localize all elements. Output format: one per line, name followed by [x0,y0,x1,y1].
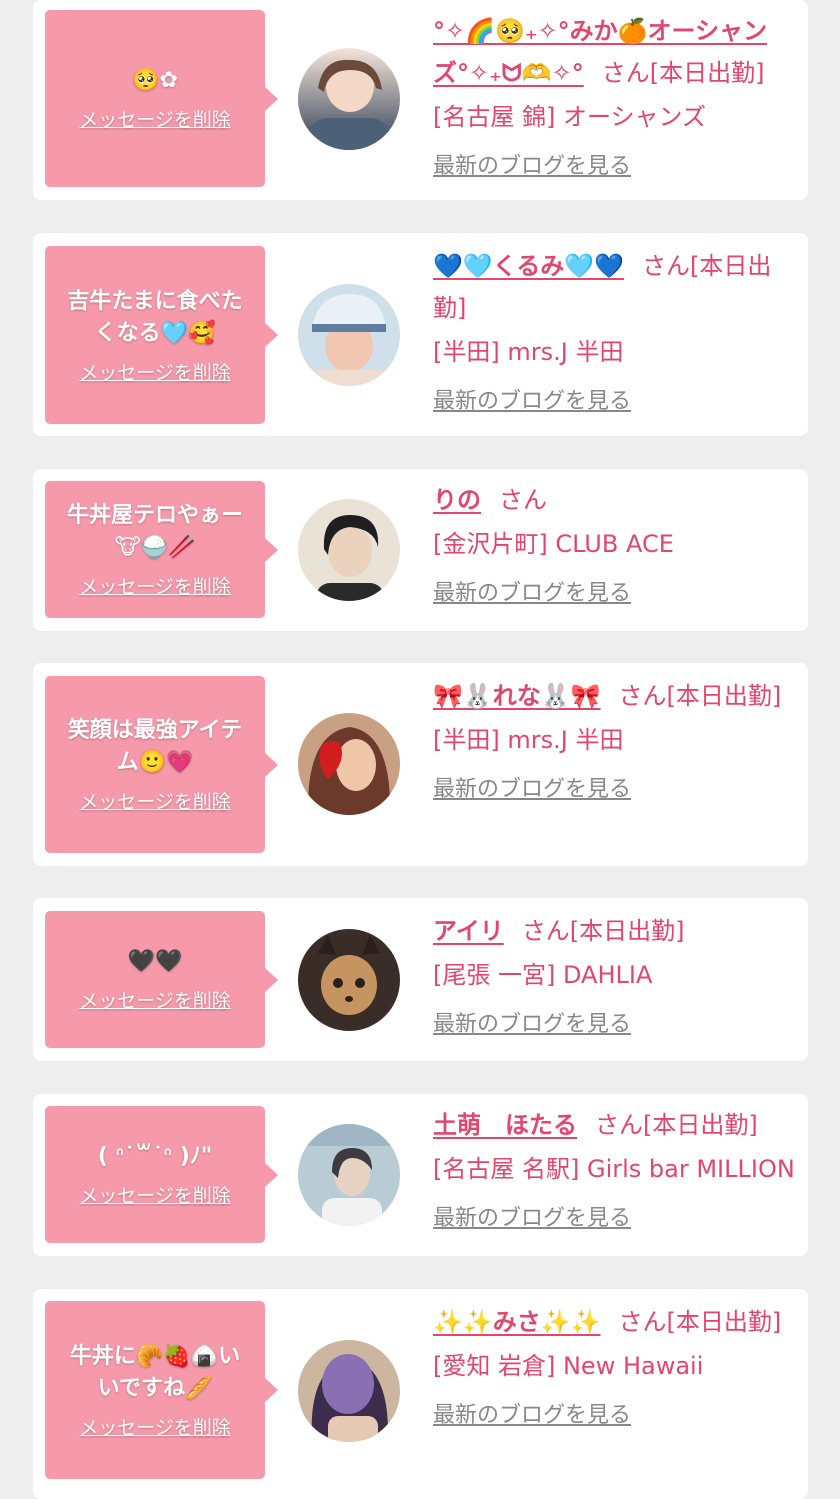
sender-info: 💙🩵くるみ🩵💙 さん[本日出勤] [半田] mrs.J 半田 最新のブログを見る [433,245,798,417]
shop-label: [半田] mrs.J 半田 [433,338,624,366]
sender-name-line: 💙🩵くるみ🩵💙 さん[本日出勤] [433,245,798,329]
sender-name-line: ✨✨みさ✨✨ さん[本日出勤] [433,1301,798,1343]
message-card: 牛丼屋テロやぁー🐮🍚🥢 メッセージを削除 りの さん [金沢片町] CLUB AC… [33,469,808,631]
message-card: 牛丼に🥐🍓🍙いいですね🥖 メッセージを削除 ✨✨みさ✨✨ さん[本日出勤] [愛知… [33,1289,808,1499]
sender-status: さん [499,486,547,514]
shop-label: [愛知 岩倉] New Hawaii [433,1352,704,1380]
sender-name-line: °✧🌈🥺₊✧°みか🍊オーシャンズ°✧₊ᗢ🫶✧° さん[本日出勤] [433,10,798,94]
avatar-photo-7 [298,1340,400,1442]
avatar-photo-2 [298,284,400,386]
sender-info: °✧🌈🥺₊✧°みか🍊オーシャンズ°✧₊ᗢ🫶✧° さん[本日出勤] [名古屋 錦] … [433,10,798,182]
sender-name-line: 🎀🐰れな🐰🎀 さん[本日出勤] [433,675,798,717]
message-bubble: 牛丼屋テロやぁー🐮🍚🥢 メッセージを削除 [45,481,278,618]
sender-status: さん[本日出勤] [521,917,685,945]
avatar[interactable] [298,1340,400,1442]
sender-name-link[interactable]: アイリ [433,917,504,945]
shop-label: [名古屋 錦] オーシャンズ [433,103,707,131]
latest-blog-link[interactable]: 最新のブログを見る [433,387,631,417]
sender-name-line: 土萌 ほたる さん[本日出勤] [433,1104,798,1146]
message-card: 笑顔は最強アイテム🙂💗 メッセージを削除 🎀🐰れな🐰🎀 さん[本日出勤] [半田]… [33,663,808,866]
avatar-photo-4 [298,713,400,815]
delete-message-link[interactable]: メッセージを削除 [79,105,231,132]
message-bubble: 吉牛たまに食べたくなる🩵🥰 メッセージを削除 [45,246,278,424]
avatar[interactable] [298,499,400,601]
avatar[interactable] [298,713,400,815]
message-bubble: 牛丼に🥐🍓🍙いいですね🥖 メッセージを削除 [45,1301,278,1479]
message-card: 吉牛たまに食べたくなる🩵🥰 メッセージを削除 💙🩵くるみ🩵💙 さん[本日出勤] [… [33,233,808,436]
message-text: 吉牛たまに食べたくなる🩵🥰 [67,288,243,346]
latest-blog-link[interactable]: 最新のブログを見る [433,1401,631,1431]
sender-status: さん[本日出勤] [595,1111,758,1139]
sender-name-line: アイリ さん[本日出勤] [433,910,798,952]
message-text: 🥺✿ [132,68,178,93]
sender-status: さん[本日出勤] [601,59,765,87]
latest-blog-link[interactable]: 最新のブログを見る [433,1204,631,1234]
message-text: 笑顔は最強アイテム🙂💗 [67,718,243,775]
shop-label: [半田] mrs.J 半田 [433,726,624,754]
latest-blog-link[interactable]: 最新のブログを見る [433,775,631,805]
shop-label: [名古屋 名駅] Girls bar MILLION [433,1155,795,1183]
sender-name-line: りの さん [433,479,798,521]
message-text: 🖤🖤 [127,949,183,974]
sender-info: 土萌 ほたる さん[本日出勤] [名古屋 名駅] Girls bar MILLIO… [433,1104,798,1234]
message-text: 牛丼に🥐🍓🍙いいですね🥖 [69,1343,241,1401]
message-text: ( ᐢ˙꒳˙ᐢ )ﾉ" [97,1144,213,1169]
message-bubble: ( ᐢ˙꒳˙ᐢ )ﾉ" メッセージを削除 [45,1106,278,1243]
message-card: ( ᐢ˙꒳˙ᐢ )ﾉ" メッセージを削除 土萌 ほたる さん[本日出勤] [名古屋… [33,1094,808,1256]
sender-info: アイリ さん[本日出勤] [尾張 一宮] DAHLIA 最新のブログを見る [433,910,798,1040]
delete-message-link[interactable]: メッセージを削除 [79,986,231,1013]
message-card: 🥺✿ メッセージを削除 °✧🌈🥺₊✧°みか🍊オーシャンズ°✧₊ᗢ🫶✧° さん[本日… [33,0,808,200]
message-text: 牛丼屋テロやぁー🐮🍚🥢 [66,503,243,560]
delete-message-link[interactable]: メッセージを削除 [79,572,231,599]
sender-name-link[interactable]: ✨✨みさ✨✨ [433,1308,601,1336]
sender-info: りの さん [金沢片町] CLUB ACE 最新のブログを見る [433,479,798,609]
avatar[interactable] [298,929,400,1031]
sender-name-link[interactable]: 💙🩵くるみ🩵💙 [433,252,624,280]
sender-name-link[interactable]: りの [433,486,481,514]
avatar[interactable] [298,284,400,386]
shop-label: [金沢片町] CLUB ACE [433,530,674,558]
message-bubble: 🥺✿ メッセージを削除 [45,10,278,187]
latest-blog-link[interactable]: 最新のブログを見る [433,579,631,609]
avatar-photo-3 [298,499,400,601]
message-card: 🖤🖤 メッセージを削除 アイリ さん[本日出勤] [尾張 一宮] DAHLIA 最… [33,898,808,1061]
sender-name-link[interactable]: 🎀🐰れな🐰🎀 [433,682,601,710]
sender-info: ✨✨みさ✨✨ さん[本日出勤] [愛知 岩倉] New Hawaii 最新のブログ… [433,1301,798,1431]
avatar-photo-1 [298,48,400,150]
delete-message-link[interactable]: メッセージを削除 [79,358,231,385]
sender-status: さん[本日出勤] [618,682,782,710]
avatar[interactable] [298,48,400,150]
avatar-photo-5 [298,929,400,1031]
sender-info: 🎀🐰れな🐰🎀 さん[本日出勤] [半田] mrs.J 半田 最新のブログを見る [433,675,798,805]
delete-message-link[interactable]: メッセージを削除 [79,787,231,814]
avatar[interactable] [298,1124,400,1226]
sender-name-link[interactable]: 土萌 ほたる [433,1111,577,1139]
message-bubble: 🖤🖤 メッセージを削除 [45,911,278,1048]
message-bubble: 笑顔は最強アイテム🙂💗 メッセージを削除 [45,676,278,853]
sender-status: さん[本日出勤] [618,1308,782,1336]
delete-message-link[interactable]: メッセージを削除 [79,1181,231,1208]
delete-message-link[interactable]: メッセージを削除 [79,1413,231,1440]
latest-blog-link[interactable]: 最新のブログを見る [433,1010,631,1040]
avatar-photo-6 [298,1124,400,1226]
shop-label: [尾張 一宮] DAHLIA [433,961,653,989]
latest-blog-link[interactable]: 最新のブログを見る [433,152,631,182]
